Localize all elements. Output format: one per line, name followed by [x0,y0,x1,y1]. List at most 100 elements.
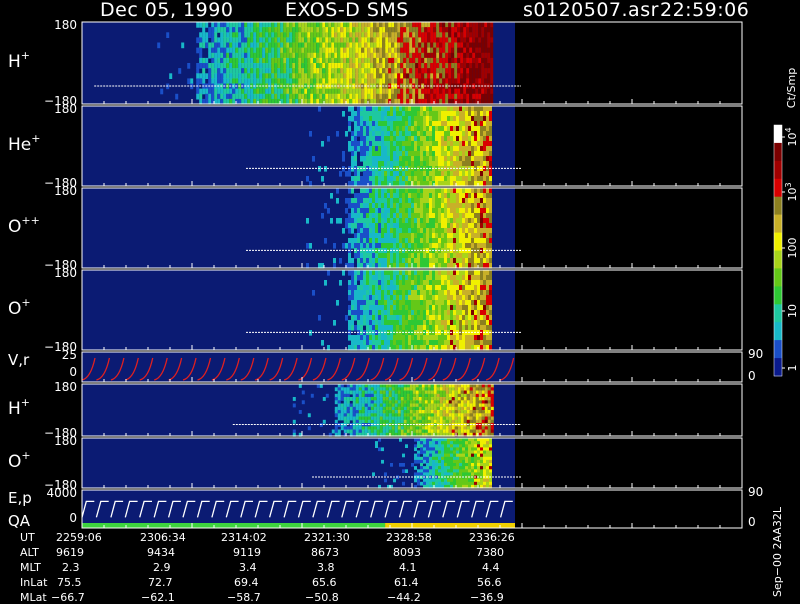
heatmap-cell [480,188,483,194]
heatmap-cell [307,63,310,69]
heatmap-cell [397,68,400,74]
heatmap-cell [403,78,406,84]
heatmap-cell [471,193,474,199]
heatmap-cell [480,238,483,244]
heatmap-cell [379,68,382,74]
heatmap-cell [480,310,483,316]
heatmap-cell [360,253,363,259]
heatmap-cell [477,315,480,321]
heatmap-cell [387,218,390,224]
heatmap-cell [298,53,301,59]
heatmap-cell [442,68,445,74]
heatmap-cell [486,335,489,341]
heatmap-cell [432,315,435,321]
heatmap-cell [450,188,453,194]
heatmap-cell [382,73,385,79]
heatmap-cell [391,22,394,28]
heatmap-cell [460,89,463,95]
heatmap-cell [259,32,262,38]
heatmap-cell [220,63,223,69]
heatmap-cell [483,156,486,162]
heatmap-cell [393,136,396,142]
heatmap-cell [481,58,484,64]
heatmap-cell [474,116,477,122]
heatmap-cell [469,43,472,49]
heatmap-cell [459,310,462,316]
heatmap-cell [378,151,381,157]
heatmap-cell [421,94,424,100]
heatmap-cell [444,218,447,224]
heatmap-cell [477,188,480,194]
heatmap-cell [381,253,384,259]
heatmap-cell [211,43,214,49]
heatmap-cell [468,315,471,321]
heatmap-cell [394,94,397,100]
heatmap-cell [313,48,316,54]
heatmap-cell [369,253,372,259]
heatmap-cell [444,116,447,122]
heatmap-cell [306,243,309,249]
heatmap-cell [438,233,441,239]
heatmap-cell [462,275,465,281]
heatmap-cell [487,48,490,54]
heatmap-cell [345,208,348,214]
heatmap-cell [373,37,376,43]
heatmap-cell [438,320,441,326]
heatmap-cell [456,136,459,142]
heatmap-cell [399,188,402,194]
heatmap-cell [471,126,474,132]
heatmap-cell [393,131,396,137]
heatmap-cell [427,43,430,49]
heatmap-cell [405,203,408,209]
heatmap-cell [450,116,453,122]
heatmap-cell [408,320,411,326]
heatmap-cell [405,275,408,281]
heatmap-cell [322,53,325,59]
heatmap-cell [385,73,388,79]
heatmap-cell [429,146,432,152]
heatmap-cell [480,198,483,204]
heatmap-cell [357,238,360,244]
heatmap-cell [283,22,286,28]
heatmap-cell [442,37,445,43]
heatmap-cell [474,300,477,306]
heatmap-cell [450,340,453,346]
heatmap-cell [268,68,271,74]
heatmap-cell [465,238,468,244]
heatmap-cell [348,253,351,259]
heatmap-cell [360,111,363,117]
heatmap-cell [391,94,394,100]
heatmap-cell [436,58,439,64]
heatmap-cell [409,63,412,69]
heatmap-cell [481,37,484,43]
heatmap-cell [453,171,456,177]
heatmap-cell [429,188,432,194]
heatmap-cell [417,131,420,137]
heatmap-cell [414,315,417,321]
heatmap-cell [438,198,441,204]
heatmap-cell [381,280,384,286]
heatmap-cell [429,131,432,137]
heatmap-cell [369,176,372,182]
heatmap-cell [375,171,378,177]
heatmap-cell [477,340,480,346]
heatmap-cell [369,121,372,127]
heatmap-cell [376,63,379,69]
heatmap-cell [390,146,393,152]
heatmap-cell [357,315,360,321]
heatmap-cell [372,228,375,234]
heatmap-cell [357,340,360,346]
heatmap-cell [412,37,415,43]
heatmap-cell [351,310,354,316]
heatmap-cell [384,280,387,286]
heatmap-cell [357,111,360,117]
heatmap-cell [468,213,471,219]
heatmap-cell [217,63,220,69]
heatmap-cell [262,53,265,59]
heatmap-cell [417,176,420,182]
heatmap-cell [366,340,369,346]
heatmap-cell [372,176,375,182]
heatmap-cell [417,121,420,127]
heatmap-cell [217,53,220,59]
heatmap-cell [396,233,399,239]
